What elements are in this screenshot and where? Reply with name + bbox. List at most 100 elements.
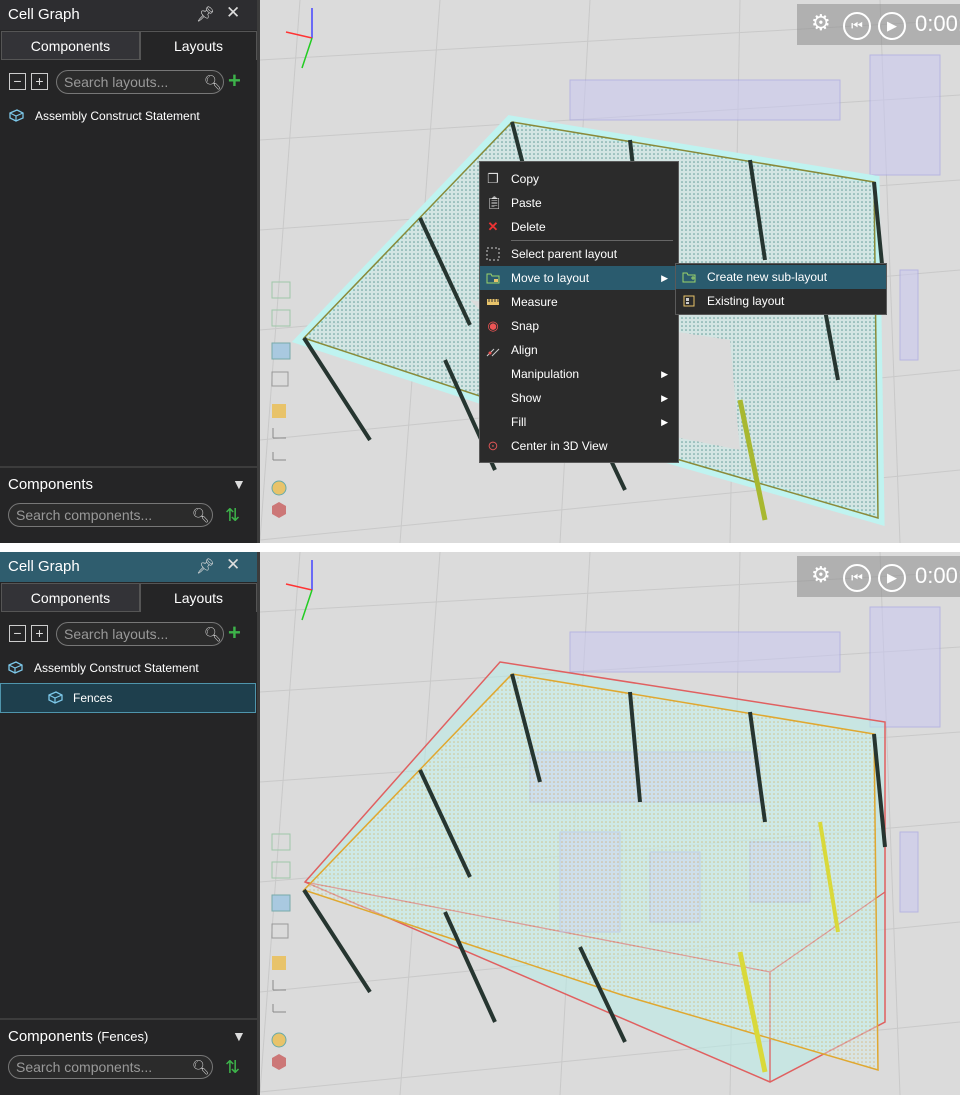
submenu-arrow-icon: ▶ <box>661 393 668 403</box>
menu-item-paste[interactable]: 📋︎ Paste <box>480 191 678 215</box>
tree-item-label: Assembly Construct Statement <box>34 661 199 675</box>
cell-graph-panel: Cell Graph 📌︎ ✕ Components Layouts − + 🔍… <box>0 552 260 1095</box>
menu-item-label: Measure <box>511 295 558 309</box>
align-icon <box>486 343 500 357</box>
layout-icon <box>8 661 23 674</box>
tree-item-assembly[interactable]: Assembly Construct Statement <box>9 105 249 127</box>
components-panel: Components ▼ 🔍︎ ⇅ <box>0 466 257 543</box>
layout-icon <box>9 109 24 122</box>
menu-item-delete[interactable]: ✕ Delete <box>480 215 678 239</box>
submenu-arrow-icon: ▶ <box>661 417 668 427</box>
menu-item-existing-layout[interactable]: Existing layout <box>676 289 886 313</box>
menu-item-label: Copy <box>511 172 540 186</box>
rewind-icon[interactable]: ⏮ <box>843 564 871 592</box>
pin-icon[interactable]: 📌︎ <box>196 5 215 23</box>
existing-layout-icon <box>682 294 696 308</box>
time-display: 0:00: <box>915 11 960 36</box>
close-icon[interactable]: ✕ <box>226 555 240 575</box>
components-search-input[interactable] <box>16 1058 191 1076</box>
viewport-side-toolbar <box>271 281 291 518</box>
search-icon[interactable]: 🔍︎ <box>204 626 222 643</box>
search-icon[interactable]: 🔍︎ <box>192 1059 210 1076</box>
center-icon: ⊙ <box>487 438 499 453</box>
3d-viewport[interactable]: ⚙ ⏮ ▶ 0:00:0 <box>260 552 960 1095</box>
menu-item-center-3d[interactable]: ⊙ Center in 3D View <box>480 434 678 458</box>
menu-item-create-sub-layout[interactable]: Create new sub-layout <box>676 265 886 289</box>
sort-icon[interactable]: ⇅ <box>225 1057 240 1078</box>
expand-all-button[interactable]: + <box>31 73 48 90</box>
components-title-text: Components <box>8 476 94 493</box>
snap-icon: ◉ <box>487 318 499 333</box>
components-search-input[interactable] <box>16 506 191 524</box>
components-title-text: Components <box>8 1028 94 1045</box>
layouts-search-input[interactable] <box>64 73 204 91</box>
cell-graph-panel: Cell Graph 📌︎ ✕ Components Layouts − + 🔍… <box>0 0 260 543</box>
menu-item-label: Fill <box>511 415 527 429</box>
menu-item-measure[interactable]: Measure <box>480 290 678 314</box>
playback-bar: ⚙ ⏮ ▶ 0:00: <box>797 4 960 45</box>
menu-item-label: Paste <box>511 196 542 210</box>
components-subtitle: (Fences) <box>97 1029 149 1044</box>
layouts-search-input[interactable] <box>64 625 204 643</box>
components-panel: Components(Fences) ▼ 🔍︎ ⇅ <box>0 1018 257 1095</box>
sort-icon[interactable]: ⇅ <box>225 505 240 526</box>
menu-item-move-to-layout[interactable]: Move to layout ▶ <box>480 266 678 290</box>
collapse-all-button[interactable]: − <box>9 73 26 90</box>
menu-item-manipulation[interactable]: Manipulation ▶ <box>480 362 678 386</box>
tab-layouts[interactable]: Layouts <box>140 583 257 612</box>
close-icon[interactable]: ✕ <box>226 3 240 23</box>
menu-separator <box>511 240 673 241</box>
gear-icon[interactable]: ⚙ <box>811 10 831 36</box>
viewport-scene <box>260 552 960 1095</box>
tab-components[interactable]: Components <box>1 31 140 60</box>
add-layout-icon[interactable]: + <box>228 68 241 94</box>
panel-titlebar: Cell Graph 📌︎ ✕ <box>0 552 257 582</box>
menu-item-label: Existing layout <box>707 294 785 308</box>
play-icon[interactable]: ▶ <box>878 12 906 40</box>
panel-title: Cell Graph <box>8 6 80 23</box>
viewport-side-toolbar <box>271 833 291 1070</box>
menu-item-snap[interactable]: ◉ Snap <box>480 314 678 338</box>
collapse-all-button[interactable]: − <box>9 625 26 642</box>
play-icon[interactable]: ▶ <box>878 564 906 592</box>
collapse-icon[interactable]: ▼ <box>232 1028 246 1044</box>
layouts-search: 🔍︎ <box>56 622 224 646</box>
add-layout-icon[interactable]: + <box>228 620 241 646</box>
menu-item-select-parent[interactable]: Select parent layout <box>480 242 678 266</box>
copy-icon: ❐ <box>487 171 499 186</box>
menu-item-label: Select parent layout <box>511 247 618 261</box>
tab-layouts[interactable]: Layouts <box>140 31 257 60</box>
menu-item-label: Create new sub-layout <box>707 270 828 284</box>
context-menu: ❐ Copy 📋︎ Paste ✕ Delete Select parent l… <box>479 161 679 463</box>
select-parent-icon <box>486 247 500 261</box>
expand-all-button[interactable]: + <box>31 625 48 642</box>
search-icon[interactable]: 🔍︎ <box>204 74 222 91</box>
menu-item-fill[interactable]: Fill ▶ <box>480 410 678 434</box>
tree-item-label: Fences <box>73 691 113 705</box>
menu-item-copy[interactable]: ❐ Copy <box>480 167 678 191</box>
submenu-arrow-icon: ▶ <box>661 369 668 379</box>
tab-components[interactable]: Components <box>1 583 140 612</box>
delete-icon: ✕ <box>487 219 499 234</box>
playback-bar: ⚙ ⏮ ▶ 0:00:0 <box>797 556 960 597</box>
measure-icon <box>486 295 500 309</box>
menu-item-label: Center in 3D View <box>511 439 608 453</box>
pin-icon[interactable]: 📌︎ <box>196 557 215 575</box>
tree-item-fences[interactable]: Fences <box>0 683 256 713</box>
gear-icon[interactable]: ⚙ <box>811 562 831 588</box>
menu-item-label: Delete <box>511 220 546 234</box>
menu-item-label: Snap <box>511 319 540 333</box>
search-icon[interactable]: 🔍︎ <box>192 507 210 524</box>
rewind-icon[interactable]: ⏮ <box>843 12 871 40</box>
menu-item-align[interactable]: Align <box>480 338 678 362</box>
time-display: 0:00:0 <box>915 563 960 588</box>
menu-item-label: Move to layout <box>511 271 590 285</box>
fence-layout <box>302 661 887 1083</box>
screenshot-top: Cell Graph 📌︎ ✕ Components Layouts − + 🔍… <box>0 0 960 543</box>
move-layout-icon <box>486 271 500 285</box>
collapse-icon[interactable]: ▼ <box>232 476 246 492</box>
menu-item-show[interactable]: Show ▶ <box>480 386 678 410</box>
tree-item-assembly[interactable]: Assembly Construct Statement <box>8 657 248 679</box>
layouts-toolbar: − + 🔍︎ + <box>0 620 257 650</box>
components-title: Components (Fences) <box>8 1028 148 1045</box>
